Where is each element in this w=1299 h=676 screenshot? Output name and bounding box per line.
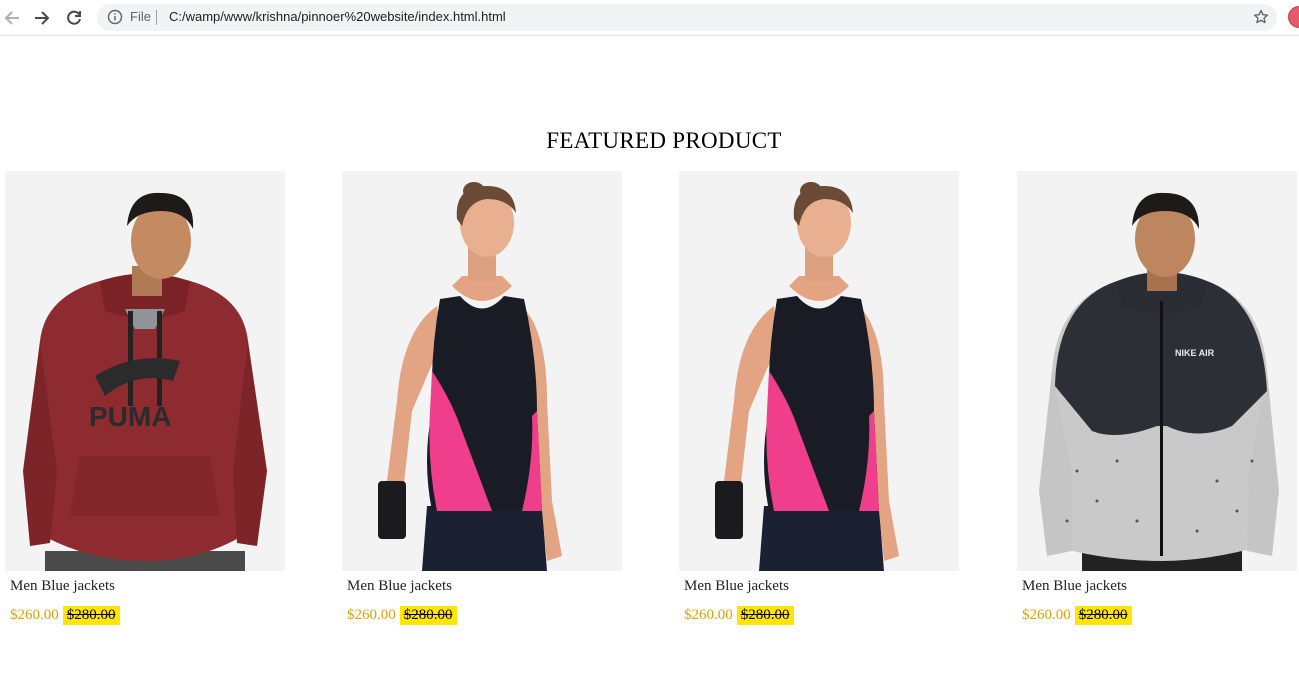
product-price: $260.00	[347, 606, 396, 623]
product-image[interactable]	[342, 171, 622, 571]
address-bar[interactable]: File C:/wamp/www/krishna/pinnoer%20websi…	[97, 4, 1277, 31]
product-old-price: $280.00	[1074, 605, 1132, 625]
svg-text:NIKE AIR: NIKE AIR	[1175, 348, 1215, 358]
product-price: $260.00	[684, 606, 733, 623]
browser-toolbar: File C:/wamp/www/krishna/pinnoer%20websi…	[0, 0, 1299, 36]
arrow-right-icon	[35, 11, 50, 25]
product-card[interactable]: Men Blue jackets $260.00 $280.00	[342, 171, 622, 625]
price-row: $260.00 $280.00	[1022, 605, 1297, 625]
product-old-price: $280.00	[62, 605, 120, 625]
product-image[interactable]	[679, 171, 959, 571]
product-old-price: $280.00	[399, 605, 457, 625]
woman-pink-black-tank-image	[679, 171, 959, 571]
reload-icon	[67, 10, 81, 25]
reload-button[interactable]	[62, 6, 86, 30]
product-card[interactable]: NIKE AIR Men Blue jackets $260.00 $280.0…	[1017, 171, 1297, 625]
back-button[interactable]	[0, 6, 24, 30]
man-maroon-hoodie-image: PUMA	[5, 171, 285, 571]
profile-avatar[interactable]	[1288, 6, 1299, 28]
product-card[interactable]: Men Blue jackets $260.00 $280.00	[679, 171, 959, 625]
product-old-price: $280.00	[736, 605, 794, 625]
product-name[interactable]: Men Blue jackets	[1022, 578, 1297, 595]
forward-button[interactable]	[30, 6, 54, 30]
address-divider	[156, 10, 157, 25]
product-name[interactable]: Men Blue jackets	[347, 578, 622, 595]
star-icon[interactable]	[1253, 9, 1269, 25]
price-row: $260.00 $280.00	[10, 605, 285, 625]
woman-pink-black-tank-image	[342, 171, 622, 571]
product-image[interactable]: PUMA	[5, 171, 285, 571]
svg-text:PUMA: PUMA	[89, 401, 171, 432]
product-name[interactable]: Men Blue jackets	[684, 578, 959, 595]
product-image[interactable]: NIKE AIR	[1017, 171, 1297, 571]
man-grey-black-jacket-image: NIKE AIR	[1017, 171, 1297, 571]
url-text[interactable]: C:/wamp/www/krishna/pinnoer%20website/in…	[169, 9, 506, 24]
product-price: $260.00	[10, 606, 59, 623]
product-price: $260.00	[1022, 606, 1071, 623]
arrow-left-icon	[4, 11, 19, 25]
product-name[interactable]: Men Blue jackets	[10, 578, 285, 595]
price-row: $260.00 $280.00	[684, 605, 959, 625]
price-row: $260.00 $280.00	[347, 605, 622, 625]
info-icon[interactable]	[107, 9, 123, 25]
scheme-label: File	[130, 9, 151, 24]
product-card[interactable]: PUMA Men Blue jackets $260.00 $280.00	[5, 171, 285, 625]
section-title: FEATURED PRODUCT	[546, 128, 782, 153]
